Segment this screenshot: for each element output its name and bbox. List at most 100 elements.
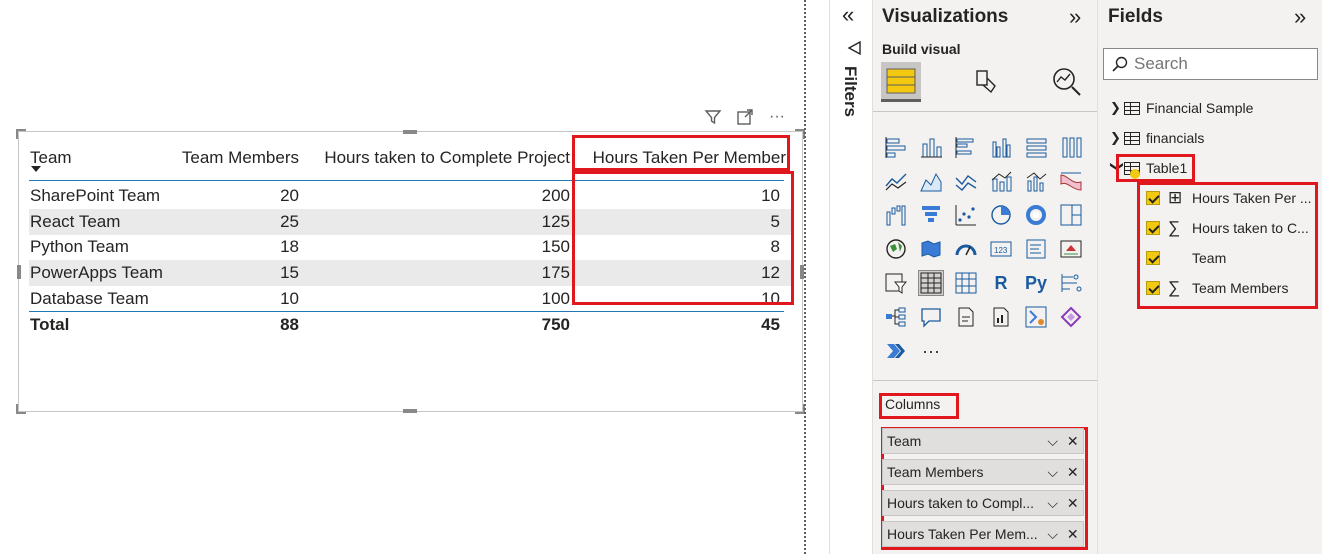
- svg-text:123: 123: [994, 246, 1008, 255]
- highlight-column-values: [572, 171, 794, 305]
- close-icon[interactable]: ✕: [1067, 464, 1079, 481]
- well-item-hours-taken[interactable]: Hours taken to Compl... ⌵ ✕: [882, 490, 1084, 516]
- cell-hours-taken: 175: [541, 263, 570, 282]
- well-item-team-members[interactable]: Team Members ⌵ ✕: [882, 459, 1084, 485]
- donut-chart-icon[interactable]: [1023, 202, 1049, 228]
- paginated-report-icon[interactable]: [988, 304, 1014, 330]
- collapse-fields-icon[interactable]: »: [1294, 4, 1306, 30]
- cell-team-members: 18: [280, 237, 299, 256]
- gauge-icon[interactable]: [953, 236, 979, 262]
- search-input[interactable]: [1134, 54, 1304, 74]
- columns-well-label: Columns: [885, 396, 941, 412]
- collapse-visualizations-icon[interactable]: »: [1069, 4, 1081, 30]
- power-automate-flow-icon[interactable]: [883, 338, 909, 364]
- kpi-icon[interactable]: [1058, 236, 1084, 262]
- column-header-team-members[interactable]: Team Members: [182, 148, 299, 168]
- highlight-table1-fields: [1137, 182, 1318, 309]
- pane-divider: [873, 111, 1098, 112]
- close-icon[interactable]: ✕: [1067, 433, 1079, 450]
- stacked-area-chart-icon[interactable]: [953, 168, 979, 194]
- chevron-down-icon[interactable]: ⌵: [1047, 495, 1058, 512]
- close-icon[interactable]: ✕: [1067, 495, 1079, 512]
- card-icon[interactable]: 123: [988, 236, 1014, 262]
- filters-pane[interactable]: « Filters: [829, 0, 872, 554]
- filter-icon[interactable]: [702, 106, 724, 128]
- power-automate-icon[interactable]: [1023, 304, 1049, 330]
- resize-handle-tl[interactable]: [16, 129, 26, 139]
- more-visuals-icon[interactable]: ···: [918, 338, 944, 364]
- waterfall-chart-icon[interactable]: [883, 202, 909, 228]
- build-visual-label: Build visual: [882, 41, 961, 57]
- well-item-team[interactable]: Team ⌵ ✕: [882, 428, 1084, 454]
- line-chart-icon[interactable]: [883, 168, 909, 194]
- total-hours-taken: 750: [541, 315, 570, 334]
- well-item-label: Hours taken to Compl...: [887, 495, 1035, 511]
- tree-table-financial-sample[interactable]: ❯ Financial Sample: [1110, 97, 1253, 119]
- chevron-right-icon[interactable]: ❯: [1110, 130, 1124, 146]
- cell-team: Database Team: [30, 289, 149, 308]
- line-and-clustered-column-chart-icon[interactable]: [1023, 168, 1049, 194]
- pane-divider: [873, 380, 1098, 381]
- matrix-icon[interactable]: [953, 270, 979, 296]
- map-icon[interactable]: [883, 236, 909, 262]
- format-visual-tab[interactable]: [965, 62, 1005, 102]
- resize-handle-bottom[interactable]: [403, 409, 417, 413]
- python-visual-icon[interactable]: Py: [1023, 270, 1049, 296]
- filled-map-icon[interactable]: [918, 236, 944, 262]
- stacked-bar-chart-icon[interactable]: [883, 134, 909, 160]
- chevron-down-icon[interactable]: ⌵: [1047, 464, 1058, 481]
- qna-icon[interactable]: [918, 304, 944, 330]
- table-icon: [1124, 101, 1140, 115]
- format-paintbrush-icon: [976, 70, 996, 94]
- well-item-hours-per-member[interactable]: Hours Taken Per Mem... ⌵ ✕: [882, 521, 1084, 547]
- column-header-team[interactable]: Team: [30, 148, 72, 168]
- r-script-visual-icon[interactable]: R: [988, 270, 1014, 296]
- slicer-icon[interactable]: [883, 270, 909, 296]
- table-visual[interactable]: Team Team Members Hours taken to Complet…: [16, 129, 805, 414]
- stacked-column-chart-icon[interactable]: [918, 134, 944, 160]
- chevron-down-icon[interactable]: ⌵: [1047, 526, 1058, 543]
- table-icon: [1124, 131, 1140, 145]
- resize-handle-left[interactable]: [17, 265, 21, 279]
- 100-stacked-column-chart-icon[interactable]: [1058, 134, 1084, 160]
- build-visual-tab[interactable]: [881, 62, 921, 102]
- funnel-chart-icon[interactable]: [918, 202, 944, 228]
- more-options-icon[interactable]: ···: [766, 106, 788, 128]
- total-row: Total 88 750 45: [29, 312, 794, 338]
- cell-team: Python Team: [30, 237, 129, 256]
- scatter-chart-icon[interactable]: [953, 202, 979, 228]
- area-chart-icon[interactable]: [918, 168, 944, 194]
- treemap-icon[interactable]: [1058, 202, 1084, 228]
- highlight-column-header: [572, 135, 790, 171]
- key-influencers-icon[interactable]: [1058, 270, 1084, 296]
- chevron-right-icon[interactable]: ❯: [1110, 100, 1124, 116]
- visualizations-pane: Visualizations » Build visual 123 R Py ·…: [872, 0, 1098, 554]
- smart-narrative-icon[interactable]: [953, 304, 979, 330]
- pie-chart-icon[interactable]: [988, 202, 1014, 228]
- chevron-down-icon[interactable]: ⌵: [1047, 433, 1058, 450]
- power-apps-icon[interactable]: [1058, 304, 1084, 330]
- decomposition-tree-icon[interactable]: [883, 304, 909, 330]
- line-and-stacked-column-chart-icon[interactable]: [988, 168, 1014, 194]
- visual-header: ···: [702, 106, 788, 128]
- clustered-column-chart-icon[interactable]: [988, 134, 1014, 160]
- table-icon[interactable]: [918, 270, 944, 296]
- focus-mode-icon[interactable]: [734, 106, 756, 128]
- filter-icon: [846, 40, 862, 61]
- analytics-tab[interactable]: [1047, 62, 1087, 102]
- column-header-hours-taken[interactable]: Hours taken to Complete Project: [324, 148, 570, 168]
- close-icon[interactable]: ✕: [1067, 526, 1079, 543]
- cell-team: PowerApps Team: [30, 263, 163, 282]
- cell-hours-taken: 200: [541, 186, 570, 205]
- ribbon-chart-icon[interactable]: [1058, 168, 1084, 194]
- filters-label[interactable]: Filters: [840, 66, 860, 117]
- expand-filters-icon[interactable]: «: [842, 2, 854, 28]
- resize-handle-top[interactable]: [403, 130, 417, 134]
- tree-table-financials[interactable]: ❯ financials: [1110, 127, 1204, 149]
- search-box[interactable]: [1103, 48, 1318, 80]
- visualizations-title: Visualizations: [882, 6, 1009, 27]
- 100-stacked-bar-chart-icon[interactable]: [1023, 134, 1049, 160]
- resize-handle-bl[interactable]: [16, 404, 26, 414]
- clustered-bar-chart-icon[interactable]: [953, 134, 979, 160]
- multi-row-card-icon[interactable]: [1023, 236, 1049, 262]
